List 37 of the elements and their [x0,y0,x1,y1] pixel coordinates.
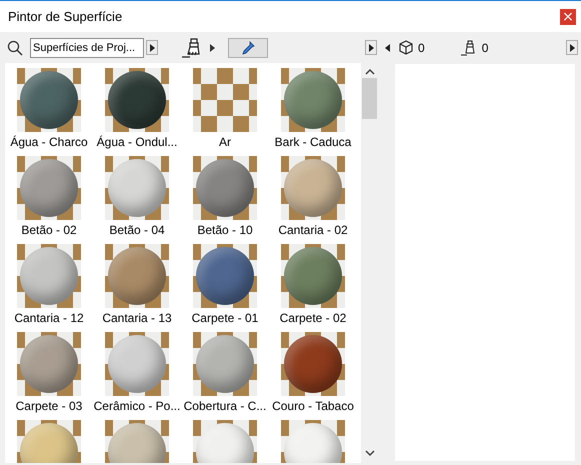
material-name: Cantaria - 02 [278,223,348,237]
material-name: Cantaria - 12 [14,311,84,325]
material-name: Couro - Tabaco [272,399,354,413]
library-field[interactable]: Superfícies de Proj... [30,38,144,58]
material-name: Betão - 04 [109,223,165,237]
search-icon [7,40,23,56]
window-title: Pintor de Superfície [8,9,122,24]
eyedropper-button[interactable] [228,38,268,58]
surface-count: 0 [482,40,488,54]
library-menu-button[interactable] [146,40,158,55]
cube-icon [399,40,413,55]
material-name: Carpete - 01 [192,311,258,325]
triangle-right-icon [368,44,374,52]
paintbrush-icon [460,40,477,56]
triangle-right-icon [570,44,574,52]
material-name: Carpete - 03 [16,399,82,413]
material-name: Ar [219,135,231,149]
eyedropper-icon [241,40,255,54]
scroll-up-icon[interactable] [364,68,374,75]
material-name: Betão - 02 [21,223,77,237]
material-name: Cantaria - 13 [102,311,172,325]
material-name: Água - Charco [10,135,88,149]
material-name: Carpete - 02 [280,311,346,325]
material-name: Cobertura - C... [184,399,266,413]
material-name: Água - Ondul... [96,135,178,149]
scroll-thumb[interactable] [362,78,377,119]
dropdown-arrow-icon[interactable] [210,44,215,52]
material-name: Cerâmico - Po... [94,399,180,413]
element-count: 0 [418,40,425,54]
expand-button[interactable] [566,40,578,55]
scroll-down-icon[interactable] [364,450,374,457]
collapse-arrow-icon[interactable] [385,44,390,52]
material-name: Betão - 10 [197,223,253,237]
expand-button[interactable] [365,40,377,55]
close-button[interactable]: × [560,8,576,24]
triangle-right-icon [150,44,154,52]
material-name: Bark - Caduca [274,135,352,149]
